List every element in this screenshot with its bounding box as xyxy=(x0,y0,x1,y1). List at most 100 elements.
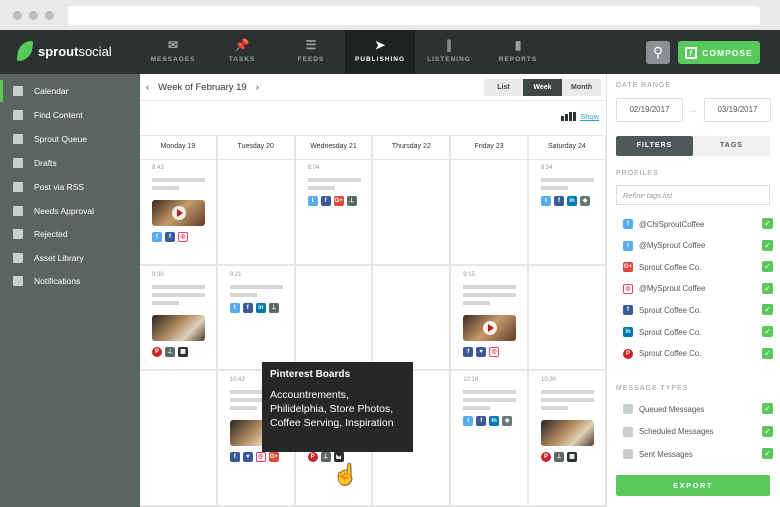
profile-checkbox[interactable]: ✓ xyxy=(762,282,773,294)
pinterest-icon[interactable]: P xyxy=(152,347,162,357)
network-icons: t f ◎ xyxy=(152,232,216,242)
approval-icon[interactable]: ⊥ xyxy=(268,303,279,313)
profile-item[interactable]: P Sprout Coffee Co. ✓ xyxy=(623,347,773,361)
window-close-dot[interactable] xyxy=(13,11,22,20)
window-maximize-dot[interactable] xyxy=(45,11,54,20)
text-placeholder xyxy=(541,398,594,402)
calendar-cell[interactable]: 8:04 t f G+ ⊥ xyxy=(295,159,374,266)
nav-reports[interactable]: ▮ REPORTS xyxy=(483,30,553,74)
nav-publishing[interactable]: ➤ PUBLISHING xyxy=(345,30,415,74)
approval-icon[interactable]: ⊥ xyxy=(165,347,175,357)
refine-tags-input[interactable]: Refine tags list xyxy=(616,185,770,205)
nav-listening[interactable]: ∥ LISTENING xyxy=(414,30,484,74)
next-week-button[interactable]: › xyxy=(256,82,259,93)
view-list-button[interactable]: List xyxy=(484,79,523,96)
window-minimize-dot[interactable] xyxy=(29,11,38,20)
message-type-checkbox[interactable]: ✓ xyxy=(762,425,773,437)
calendar-cell[interactable] xyxy=(373,266,452,371)
show-link[interactable]: Show xyxy=(580,112,599,121)
linkedin-icon: in xyxy=(489,416,500,426)
show-stats-toggle[interactable]: Show xyxy=(561,112,599,121)
view-month-button[interactable]: Month xyxy=(562,79,601,96)
profile-item[interactable]: in Sprout Coffee Co. ✓ xyxy=(623,325,773,339)
profile-checkbox[interactable]: ✓ xyxy=(762,304,773,316)
profile-checkbox[interactable]: ✓ xyxy=(762,239,773,251)
sidebar-item-drafts[interactable]: Drafts xyxy=(0,152,140,174)
message-type-checkbox[interactable]: ✓ xyxy=(762,403,773,414)
scheduled-post[interactable]: 9:21 t f in ⊥ xyxy=(229,272,294,313)
profile-checkbox[interactable]: ✓ xyxy=(762,326,773,337)
message-type-item[interactable]: Sent Messages ✓ xyxy=(623,447,773,461)
sidebar-item-needs-approval[interactable]: Needs Approval xyxy=(0,200,140,222)
calendar-cell[interactable]: 8:54 t f in ◆ xyxy=(529,159,607,266)
export-button[interactable]: EXPORT xyxy=(616,475,770,496)
nav-messages[interactable]: ✉ MESSAGES xyxy=(138,30,208,74)
nav-tasks[interactable]: 📌 TASKS xyxy=(207,30,277,74)
sidebar-item-find-content[interactable]: Find Content xyxy=(0,104,140,126)
pinterest-icon[interactable]: P xyxy=(541,452,551,462)
calendar-cell[interactable] xyxy=(373,159,452,266)
approval-icon[interactable]: ⊥ xyxy=(554,452,564,462)
profile-checkbox[interactable]: ✓ xyxy=(762,347,773,359)
scheduled-post[interactable]: 9:15 f ♥ ◎ xyxy=(463,272,527,357)
calendar-cell[interactable]: 9:15 f ♥ ◎ xyxy=(451,266,529,371)
message-type-item[interactable]: Queued Messages ✓ xyxy=(623,402,773,416)
post-thumbnail[interactable] xyxy=(463,315,517,341)
profile-checkbox[interactable]: ✓ xyxy=(762,261,773,273)
pinterest-icon[interactable]: P xyxy=(307,452,318,462)
boards-icon[interactable]: ▦ xyxy=(567,452,577,462)
message-type-checkbox[interactable]: ✓ xyxy=(762,448,773,459)
scheduled-post[interactable]: 9:30 P ⊥ ▦ xyxy=(152,272,216,357)
tab-tags[interactable]: TAGS xyxy=(693,136,770,156)
calendar-cell[interactable] xyxy=(217,159,296,266)
calendar-cell[interactable] xyxy=(295,266,374,371)
profile-item[interactable]: ◎ @MySprout Coffee ✓ xyxy=(623,282,773,296)
calendar-cell[interactable] xyxy=(451,159,529,266)
post-thumbnail[interactable] xyxy=(541,420,594,446)
approval-icon[interactable]: ⊥ xyxy=(320,452,331,462)
start-date-input[interactable]: 02/19/2017 xyxy=(616,98,683,122)
nav-feeds[interactable]: ☰ FEEDS xyxy=(276,30,346,74)
sidebar-item-sprout-queue[interactable]: Sprout Queue xyxy=(0,128,140,150)
search-button[interactable]: ⚲ xyxy=(646,41,670,64)
sidebar-item-rejected[interactable]: Rejected xyxy=(0,223,140,245)
profile-item[interactable]: G+ Sprout Coffee Co. ✓ xyxy=(623,260,773,274)
nav-label: TASKS xyxy=(228,56,256,63)
calendar-cell[interactable]: 9:21 t f in ⊥ xyxy=(217,266,296,371)
calendar-cell[interactable] xyxy=(140,371,218,507)
sidebar-item-post-via-rss[interactable]: Post via RSS xyxy=(0,176,140,198)
calendar-cell[interactable]: 8:43 t f ◎ xyxy=(140,159,218,266)
tab-filters[interactable]: FILTERS xyxy=(616,136,693,156)
post-thumbnail[interactable] xyxy=(152,315,205,341)
message-type-item[interactable]: Scheduled Messages ✓ xyxy=(623,425,773,439)
profile-checkbox[interactable]: ✓ xyxy=(762,218,773,229)
profile-item[interactable]: t @MySprout Coffee ✓ xyxy=(623,239,773,253)
profile-item[interactable]: t @ChiSproutCoffee ✓ xyxy=(623,217,773,231)
view-week-button[interactable]: Week xyxy=(523,79,562,96)
calendar-19-icon xyxy=(623,426,633,437)
calendar-cell[interactable]: 10:18 t f in ◆ xyxy=(451,371,529,507)
post-thumbnail[interactable] xyxy=(152,200,205,226)
profile-item[interactable]: f Sprout Coffee Co. ✓ xyxy=(623,303,773,317)
sidebar-item-label: Sprout Queue xyxy=(34,134,87,144)
calendar-cell[interactable] xyxy=(529,266,607,371)
boards-icon[interactable]: ▦ xyxy=(178,347,188,357)
address-bar[interactable] xyxy=(68,6,760,25)
end-date-input[interactable]: 03/19/2017 xyxy=(704,98,771,122)
post-time: 9:15 xyxy=(463,272,475,278)
scheduled-post[interactable]: 8:04 t f G+ ⊥ xyxy=(307,165,372,206)
scheduled-post[interactable]: 10:30 P ⊥ ▦ xyxy=(541,377,605,462)
sprout-social-logo[interactable]: sproutsocial xyxy=(16,41,112,61)
paper-plane-icon: ➤ xyxy=(374,38,386,52)
sidebar-item-asset-library[interactable]: Asset Library xyxy=(0,247,140,269)
calendar-cell[interactable]: 10:30 P ⊥ ▦ xyxy=(529,371,607,507)
sidebar-item-calendar[interactable]: Calendar xyxy=(0,80,140,102)
calendar-cell[interactable]: 9:30 P ⊥ ▦ xyxy=(140,266,218,371)
sidebar-item-notifications[interactable]: Notifications xyxy=(0,270,140,292)
scheduled-post[interactable]: 10:18 t f in ◆ xyxy=(463,377,527,426)
compose-button[interactable]: / COMPOSE xyxy=(678,41,760,64)
scheduled-post[interactable]: 8:54 t f in ◆ xyxy=(541,165,605,206)
scheduled-post[interactable]: 8:43 t f ◎ xyxy=(152,165,216,242)
approval-icon[interactable]: ⊥ xyxy=(346,196,357,206)
prev-week-button[interactable]: ‹ xyxy=(146,82,149,93)
